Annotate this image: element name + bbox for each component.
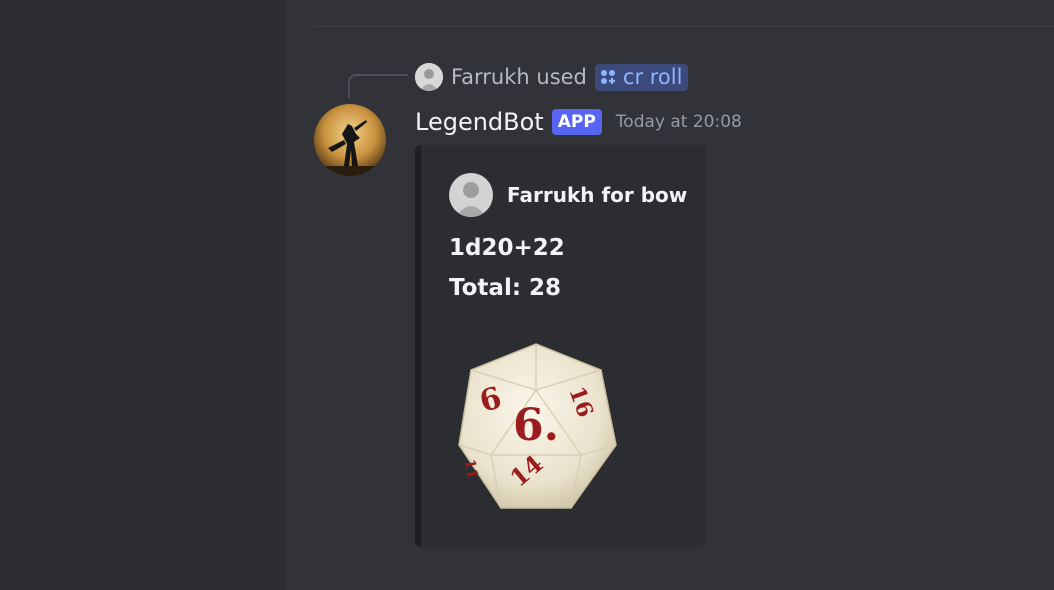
- command-reply-header: Farrukh used cr roll: [415, 62, 689, 92]
- message-header: LegendBot APP Today at 20:08: [415, 104, 742, 140]
- roll-total: Total: 28: [449, 275, 562, 301]
- roll-expression: 1d20+22: [449, 235, 565, 261]
- command-name: cr roll: [622, 64, 683, 89]
- reply-connector: [348, 74, 408, 98]
- bot-avatar[interactable]: [314, 104, 386, 176]
- channel-sidebar: [0, 0, 286, 590]
- bot-username[interactable]: LegendBot: [415, 108, 544, 136]
- reply-username[interactable]: Farrukh: [451, 65, 530, 89]
- dice-face-center: 6.: [513, 400, 559, 451]
- roll-embed: Farrukh for bow 1d20+22 Total: 28 6 6. 1…: [415, 145, 706, 547]
- message-timestamp: Today at 20:08: [615, 112, 742, 132]
- d20-dice-image[interactable]: 6 6. 16 14 11: [451, 340, 621, 515]
- app-command-icon: [600, 69, 615, 84]
- dice-face-edge: 11: [461, 458, 480, 480]
- slash-command-chip[interactable]: cr roll: [594, 63, 689, 91]
- reply-used-text: used: [536, 65, 587, 89]
- user-avatar-small[interactable]: [415, 63, 443, 91]
- app-badge: APP: [551, 109, 602, 135]
- message-divider: [314, 26, 1054, 27]
- embed-author-name: Farrukh for bow: [507, 183, 688, 207]
- embed-author-avatar: [449, 173, 493, 217]
- embed-author: Farrukh for bow: [449, 173, 687, 217]
